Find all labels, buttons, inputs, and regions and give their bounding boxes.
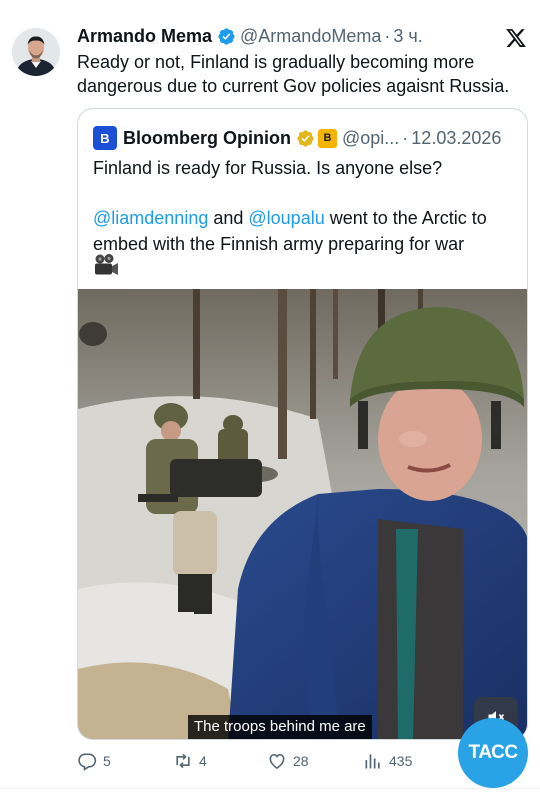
x-logo-icon xyxy=(505,27,527,49)
bloomberg-logo-icon: B xyxy=(93,126,117,150)
reply-icon xyxy=(78,753,97,771)
repost-icon xyxy=(176,753,190,769)
like-count: 28 xyxy=(293,753,309,769)
quote-line-1: Finland is ready for Russia. Is anyone e… xyxy=(93,158,443,178)
mention-liamdenning[interactable]: @liamdenning xyxy=(93,208,208,228)
repost-count: 4 xyxy=(199,753,207,769)
heart-icon xyxy=(269,753,285,770)
quote-body-text: @liamdenning and @loupalu went to the Ar… xyxy=(93,205,518,257)
tweet-timestamp[interactable]: 3 ч. xyxy=(393,26,422,47)
quoted-tweet[interactable]: B Bloomberg Opinion B @opi... · 12.03.20… xyxy=(77,108,528,740)
quote-and-text: and xyxy=(208,208,249,228)
video-frame xyxy=(78,289,527,739)
avatar[interactable] xyxy=(12,28,60,76)
reply-count: 5 xyxy=(103,753,111,769)
quote-header: B Bloomberg Opinion B @opi... · 12.03.20… xyxy=(93,125,501,151)
mention-loupalu[interactable]: @loupalu xyxy=(248,208,324,228)
verified-badge-icon xyxy=(217,27,236,46)
tweet-header: Armando Mema @ArmandoMema · 3 ч. xyxy=(77,24,423,48)
tweet-card[interactable]: Armando Mema @ArmandoMema · 3 ч. Ready o… xyxy=(0,0,540,800)
header-separator: · xyxy=(384,25,391,46)
reply-button[interactable]: 5 xyxy=(77,750,111,772)
view-count: 435 xyxy=(389,753,413,769)
gold-verified-badge-icon xyxy=(296,129,315,148)
divider xyxy=(0,788,540,789)
quote-author-name[interactable]: Bloomberg Opinion xyxy=(123,128,291,149)
video-caption: The troops behind me are xyxy=(188,715,372,739)
affiliate-badge-icon: B xyxy=(318,128,337,148)
like-button[interactable]: 28 xyxy=(267,750,309,772)
video-camera-icon xyxy=(93,253,119,277)
video-player[interactable]: The troops behind me are xyxy=(78,289,527,739)
author-handle[interactable]: @ArmandoMema xyxy=(240,26,381,47)
repost-button[interactable]: 4 xyxy=(173,750,207,772)
avatar-image xyxy=(12,28,60,76)
quote-header-separator: · xyxy=(402,127,409,148)
author-name[interactable]: Armando Mema xyxy=(77,26,212,47)
quote-date[interactable]: 12.03.2026 xyxy=(411,128,501,149)
views-button[interactable]: 435 xyxy=(363,750,412,772)
tweet-text: Ready or not, Finland is gradually becom… xyxy=(77,52,510,96)
views-chart-icon xyxy=(365,754,380,769)
tass-watermark-logo: ТАСС xyxy=(458,718,528,788)
tweet-actions: 5 4 28 435 xyxy=(77,750,477,772)
quote-author-handle[interactable]: @opi... xyxy=(342,128,399,149)
